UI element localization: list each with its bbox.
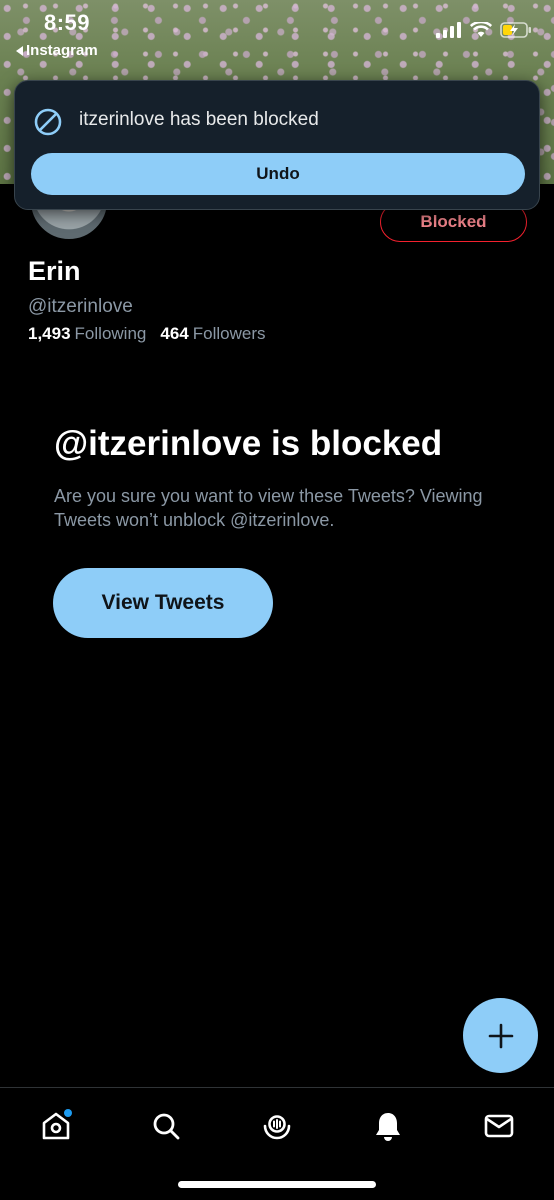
blocked-toast: itzerinlove has been blocked Undo	[14, 80, 540, 210]
spaces-icon	[263, 1115, 291, 1140]
blocked-title: @itzerinlove is blocked	[54, 424, 443, 463]
undo-button[interactable]: Undo	[31, 153, 525, 195]
tab-search[interactable]	[146, 1106, 186, 1146]
search-icon	[153, 1113, 180, 1140]
notifications-icon	[376, 1113, 400, 1141]
follow-stats: 1,493 Following 464 Followers	[28, 324, 265, 344]
tab-spaces[interactable]	[257, 1106, 297, 1146]
compose-tweet-button[interactable]	[463, 998, 538, 1073]
home-indicator[interactable]	[178, 1181, 376, 1188]
tab-messages[interactable]	[479, 1106, 519, 1146]
status-icons	[436, 22, 532, 38]
block-icon	[34, 108, 62, 136]
toast-message: itzerinlove has been blocked	[79, 109, 319, 130]
following-link[interactable]: 1,493 Following	[28, 324, 146, 344]
following-count: 1,493	[28, 324, 71, 343]
notification-dot	[64, 1109, 72, 1117]
profile-handle: @itzerinlove	[28, 296, 133, 317]
tab-home[interactable]	[36, 1106, 76, 1146]
back-app-label: Instagram	[26, 42, 98, 59]
blocked-description: Are you sure you want to view these Twee…	[54, 486, 483, 530]
followers-link[interactable]: 464 Followers	[160, 324, 265, 344]
profile-name: Erin	[28, 256, 81, 286]
following-label: Following	[74, 324, 147, 343]
plus-icon	[488, 1023, 513, 1048]
tab-notifications[interactable]	[368, 1106, 408, 1146]
followers-label: Followers	[192, 324, 266, 343]
view-tweets-button[interactable]: View Tweets	[53, 568, 273, 638]
status-bar: 8:59 Instagram	[0, 0, 554, 70]
battery-charging-icon	[500, 22, 531, 38]
signal-icon	[436, 22, 461, 38]
back-triangle-icon	[16, 45, 23, 56]
followers-count: 464	[160, 324, 189, 343]
clock: 8:59	[44, 10, 91, 35]
wifi-icon	[470, 22, 492, 37]
back-to-app-link[interactable]: Instagram	[16, 42, 98, 59]
messages-icon	[484, 1114, 514, 1138]
